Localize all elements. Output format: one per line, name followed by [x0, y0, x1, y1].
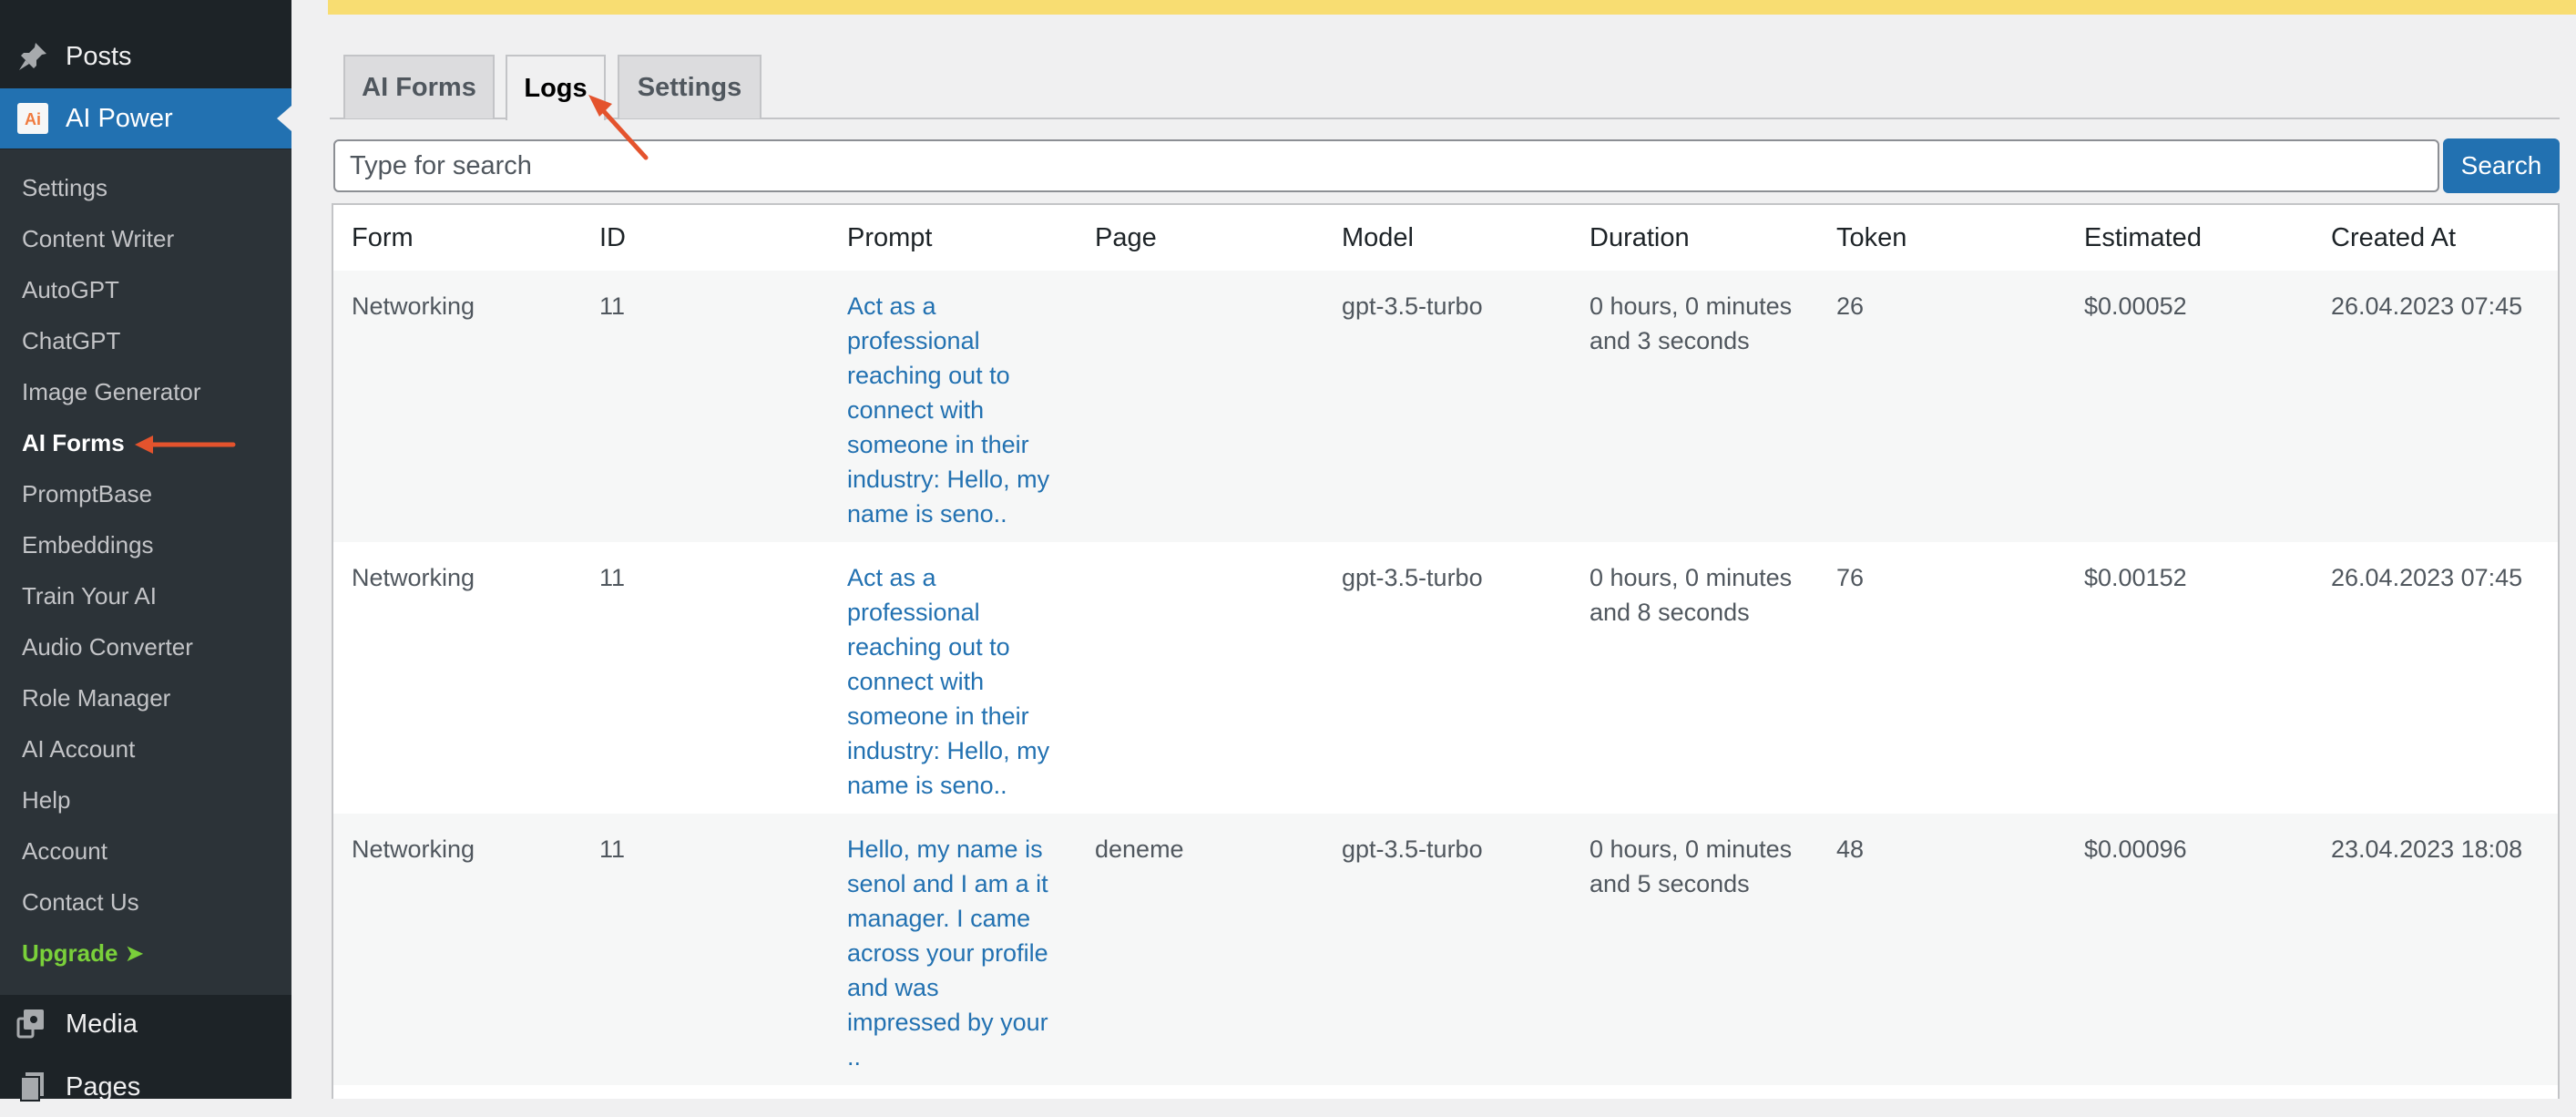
submenu-item-account[interactable]: Account: [22, 837, 107, 865]
sidebar-item-posts[interactable]: Posts: [0, 26, 291, 87]
cell-token: 48: [1836, 835, 1865, 863]
header-form[interactable]: Form: [352, 223, 414, 253]
cell-form: Networking: [352, 835, 475, 863]
notice-bar: [328, 0, 2576, 15]
submenu-item-help[interactable]: Help: [22, 786, 70, 814]
prompt-link[interactable]: Act as a professional reaching out to conne…: [847, 289, 1066, 531]
submenu-item-image-generator[interactable]: Image Generator: [22, 378, 201, 405]
header-duration[interactable]: Duration: [1590, 223, 1690, 253]
cell-model: gpt-3.5-turbo: [1342, 835, 1483, 863]
prompt-link[interactable]: Act as a professional reaching out to conne…: [847, 560, 1066, 803]
cell-form: Networking: [352, 292, 475, 320]
submenu-item-autogpt[interactable]: AutoGPT: [22, 276, 119, 303]
cell-created-at: 26.04.2023 07:45: [2331, 292, 2523, 320]
cell-estimated: $0.00152: [2084, 564, 2187, 591]
submenu-item-ai-forms[interactable]: AI Forms: [22, 429, 125, 456]
cell-estimated: $0.00096: [2084, 835, 2187, 863]
sidebar-item-label: Posts: [66, 41, 132, 71]
sidebar-item-label: AI Power: [66, 103, 173, 133]
table-row: Networking 11 Hello, my name is senol and…: [333, 814, 2558, 1085]
cell-id: 11: [599, 292, 626, 320]
submenu-item-promptbase[interactable]: PromptBase: [22, 480, 152, 507]
tab-ai-forms[interactable]: AI Forms: [343, 55, 495, 118]
submenu-item-train-your-ai[interactable]: Train Your AI: [22, 582, 157, 610]
cell-estimated: $0.00052: [2084, 292, 2187, 320]
header-model[interactable]: Model: [1342, 223, 1414, 253]
sidebar-item-pages[interactable]: Pages: [0, 1057, 291, 1117]
cell-token: 26: [1836, 292, 1865, 320]
search-button[interactable]: Search: [2443, 138, 2560, 193]
pin-icon: [16, 40, 49, 73]
header-page[interactable]: Page: [1095, 223, 1157, 253]
media-icon: [16, 1008, 49, 1040]
cell-duration: 0 hours, 0 minutes and 8 seconds: [1590, 564, 1793, 626]
header-token[interactable]: Token: [1836, 223, 1906, 253]
cell-duration: 0 hours, 0 minutes and 3 seconds: [1590, 292, 1793, 354]
cell-model: gpt-3.5-turbo: [1342, 292, 1483, 320]
submenu-item-role-manager[interactable]: Role Manager: [22, 684, 170, 712]
tab-settings[interactable]: Settings: [618, 55, 762, 118]
prompt-link[interactable]: Hello, my name is senol and I am a it mana…: [847, 832, 1066, 1074]
logs-table: Form ID Prompt Page Model Duration Token…: [332, 203, 2560, 1099]
sidebar-submenu: Settings Content Writer AutoGPT ChatGPT …: [0, 149, 291, 995]
ai-power-logo-icon: Ai: [16, 102, 49, 135]
submenu-item-contact-us[interactable]: Contact Us: [22, 888, 139, 916]
sidebar-item-label: Pages: [66, 1071, 141, 1102]
sidebar-item-media[interactable]: Media: [0, 994, 291, 1054]
cell-id: 11: [599, 835, 626, 863]
submenu-item-ai-account[interactable]: AI Account: [22, 735, 135, 763]
search-input[interactable]: [333, 139, 2439, 192]
submenu-item-settings[interactable]: Settings: [22, 174, 107, 201]
submenu-item-upgrade[interactable]: Upgrade ➤: [22, 939, 144, 967]
admin-sidebar: Posts Ai AI Power Settings Content Write…: [0, 0, 291, 1102]
submenu-item-embeddings[interactable]: Embeddings: [22, 531, 154, 558]
submenu-item-chatgpt[interactable]: ChatGPT: [22, 327, 120, 354]
submenu-item-content-writer[interactable]: Content Writer: [22, 225, 174, 252]
cell-token: 76: [1836, 564, 1865, 591]
logo-text: Ai: [25, 110, 41, 128]
cell-model: gpt-3.5-turbo: [1342, 564, 1483, 591]
sidebar-item-ai-power[interactable]: Ai AI Power: [0, 88, 291, 149]
cell-id: 11: [599, 564, 626, 591]
header-id[interactable]: ID: [599, 223, 626, 253]
tab-logs[interactable]: Logs: [506, 55, 606, 120]
header-estimated[interactable]: Estimated: [2084, 223, 2202, 253]
cell-created-at: 23.04.2023 18:08: [2331, 835, 2523, 863]
header-prompt[interactable]: Prompt: [847, 223, 932, 253]
header-created-at[interactable]: Created At: [2331, 223, 2456, 253]
cell-page: deneme: [1095, 835, 1184, 863]
table-row: Networking 11 Act as a professional reachi…: [333, 271, 2558, 542]
table-row: Networking 11 Act as a professional reachi…: [333, 542, 2558, 814]
cell-duration: 0 hours, 0 minutes and 5 seconds: [1590, 835, 1793, 897]
table-header: Form ID Prompt Page Model Duration Token…: [333, 205, 2558, 272]
cell-created-at: 26.04.2023 07:45: [2331, 564, 2523, 591]
cell-form: Networking: [352, 564, 475, 591]
sidebar-item-label: Media: [66, 1009, 138, 1039]
submenu-item-audio-converter[interactable]: Audio Converter: [22, 633, 193, 661]
